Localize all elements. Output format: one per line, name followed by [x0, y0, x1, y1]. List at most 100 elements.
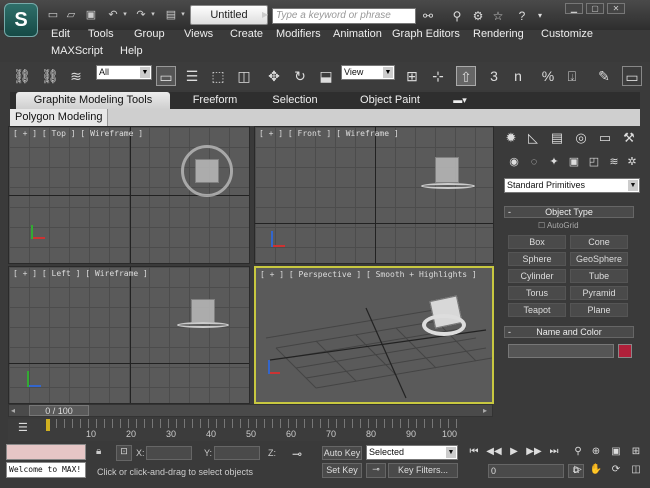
viewcube-ring[interactable]: [421, 183, 475, 189]
select-and-move-icon[interactable]: ✥: [264, 66, 284, 86]
menu-maxscript[interactable]: MAXScript: [51, 45, 103, 57]
sphere-button[interactable]: Sphere: [508, 252, 566, 266]
unlink-selection-icon[interactable]: ⛓: [40, 66, 60, 86]
auto-key-button[interactable]: Auto Key: [322, 446, 362, 460]
viewport-perspective[interactable]: [ + ] [ Perspective ] [ Smooth + Highlig…: [254, 266, 494, 404]
previous-frame-icon[interactable]: ◀◀: [486, 444, 502, 460]
motion-panel-icon[interactable]: ◎: [572, 129, 590, 147]
menu-views[interactable]: Views: [184, 28, 213, 40]
application-menu-button[interactable]: S: [4, 3, 38, 37]
hierarchy-panel-icon[interactable]: ▤: [548, 129, 566, 147]
use-pivot-point-icon[interactable]: ⊞: [402, 66, 422, 86]
viewport-label[interactable]: [ + ] [ Perspective ] [ Smooth + Highlig…: [260, 270, 477, 279]
utilities-panel-icon[interactable]: ⚒: [620, 129, 638, 147]
percent-snap-icon[interactable]: %: [538, 66, 558, 86]
help-dropdown-icon[interactable]: ▾: [532, 8, 548, 24]
tab-selection[interactable]: Selection: [260, 92, 330, 109]
y-coord-input[interactable]: [214, 446, 260, 460]
named-selection-sets-icon[interactable]: ▭: [622, 66, 642, 86]
select-and-scale-icon[interactable]: ⬓: [316, 66, 336, 86]
lights-icon[interactable]: ✦: [546, 154, 562, 170]
zoom-extents-all-icon[interactable]: ⊞: [628, 444, 644, 460]
viewcube-ring[interactable]: [177, 322, 229, 328]
menu-rendering[interactable]: Rendering: [473, 28, 524, 40]
viewcube[interactable]: [191, 299, 215, 323]
menu-animation[interactable]: Animation: [333, 28, 382, 40]
cone-button[interactable]: Cone: [570, 235, 628, 249]
open-file-icon[interactable]: ▱: [64, 8, 78, 22]
name-and-color-rollout-header[interactable]: - Name and Color: [504, 326, 634, 338]
go-to-end-icon[interactable]: ⏭: [546, 444, 562, 460]
time-slider[interactable]: 0 / 100 ◂ ▸: [8, 404, 493, 417]
plane-button[interactable]: Plane: [570, 303, 628, 317]
set-key-button[interactable]: Set Key: [322, 463, 362, 478]
track-bar[interactable]: ☰ 10 20 30 40 50 60 70 80 90 100: [8, 419, 460, 441]
display-panel-icon[interactable]: ▭: [596, 129, 614, 147]
bind-to-space-warp-icon[interactable]: ≋: [66, 66, 86, 86]
helpers-icon[interactable]: ◰: [586, 154, 602, 170]
favorites-star-icon[interactable]: ☆: [490, 8, 506, 24]
maximize-viewport-icon[interactable]: ◫: [628, 462, 644, 478]
tab-graphite-modeling-tools[interactable]: Graphite Modeling Tools: [16, 92, 170, 109]
tab-object-paint[interactable]: Object Paint: [348, 92, 432, 109]
pan-view-icon[interactable]: ✋: [588, 462, 604, 478]
x-coord-input[interactable]: [146, 446, 192, 460]
reference-coordinate-dropdown[interactable]: View ▼: [341, 65, 395, 80]
spinner-snap-icon[interactable]: ⍗: [562, 66, 582, 86]
selection-lock-icon[interactable]: 🔒︎: [96, 446, 108, 460]
edit-named-selection-icon[interactable]: ✎: [594, 66, 614, 86]
select-and-rotate-icon[interactable]: ↻: [290, 66, 310, 86]
select-and-manipulate-icon[interactable]: ⊹: [428, 66, 448, 86]
teapot-button[interactable]: Teapot: [508, 303, 566, 317]
viewport-label[interactable]: [ + ] [ Front ] [ Wireframe ]: [259, 129, 399, 138]
current-frame-input[interactable]: 0: [488, 464, 564, 478]
viewport-label[interactable]: [ + ] [ Top ] [ Wireframe ]: [13, 129, 143, 138]
geometry-icon[interactable]: ◉: [506, 154, 522, 170]
tube-button[interactable]: Tube: [570, 269, 628, 283]
menu-customize[interactable]: Customize: [541, 28, 593, 40]
binoculars-icon[interactable]: ⚯: [420, 8, 436, 24]
space-warps-icon[interactable]: ≋: [606, 154, 622, 170]
save-file-icon[interactable]: ▣: [84, 8, 98, 22]
quick-access-dropdown-icon[interactable]: ▾: [176, 8, 190, 22]
modify-panel-icon[interactable]: ◺: [524, 129, 542, 147]
create-panel-icon[interactable]: ✹: [502, 129, 520, 147]
viewcube[interactable]: [195, 159, 219, 183]
menu-help[interactable]: Help: [120, 45, 143, 57]
ribbon-options-icon[interactable]: ▬▾: [448, 92, 472, 109]
orbit-icon[interactable]: ⟳: [608, 462, 624, 478]
tab-polygon-modeling[interactable]: Polygon Modeling: [10, 109, 109, 126]
geosphere-button[interactable]: GeoSphere: [570, 252, 628, 266]
rectangular-selection-icon[interactable]: ⬚: [208, 66, 228, 86]
snaps-toggle-icon[interactable]: 3: [484, 66, 504, 86]
object-type-rollout-header[interactable]: - Object Type: [504, 206, 634, 218]
slider-prev-icon[interactable]: ◂: [11, 406, 15, 415]
redo-dropdown-icon[interactable]: ▾: [146, 8, 160, 22]
slider-next-icon[interactable]: ▸: [483, 406, 487, 415]
subscription-key-icon[interactable]: ⚲: [449, 8, 465, 24]
box-button[interactable]: Box: [508, 235, 566, 249]
minimize-button[interactable]: ▁: [565, 3, 583, 14]
new-file-icon[interactable]: ▭: [46, 8, 60, 22]
menu-create[interactable]: Create: [230, 28, 263, 40]
viewport-left[interactable]: [ + ] [ Left ] [ Wireframe ]: [8, 266, 250, 404]
viewport-front[interactable]: [ + ] [ Front ] [ Wireframe ]: [254, 126, 494, 264]
menu-tools[interactable]: Tools: [88, 28, 114, 40]
select-by-name-icon[interactable]: ☰: [182, 66, 202, 86]
menu-graph-editors[interactable]: Graph Editors: [392, 28, 460, 40]
menu-group[interactable]: Group: [134, 28, 165, 40]
maximize-button[interactable]: ▢: [586, 3, 604, 14]
autogrid-checkbox[interactable]: ☐ AutoGrid: [538, 221, 579, 230]
help-icon[interactable]: ?: [514, 8, 530, 24]
absolute-transform-icon[interactable]: ⊡: [116, 445, 132, 461]
shapes-icon[interactable]: ◌: [526, 154, 542, 170]
object-name-field[interactable]: [508, 344, 614, 358]
viewport-top[interactable]: [ + ] [ Top ] [ Wireframe ]: [8, 126, 250, 264]
next-frame-icon[interactable]: ▶▶: [526, 444, 542, 460]
menu-modifiers[interactable]: Modifiers: [276, 28, 321, 40]
select-object-icon[interactable]: ▭: [156, 66, 176, 86]
play-icon[interactable]: ▶: [506, 444, 522, 460]
field-of-view-icon[interactable]: ▷: [570, 462, 586, 478]
torus-button[interactable]: Torus: [508, 286, 566, 300]
select-and-link-icon[interactable]: ⛓: [12, 66, 32, 86]
